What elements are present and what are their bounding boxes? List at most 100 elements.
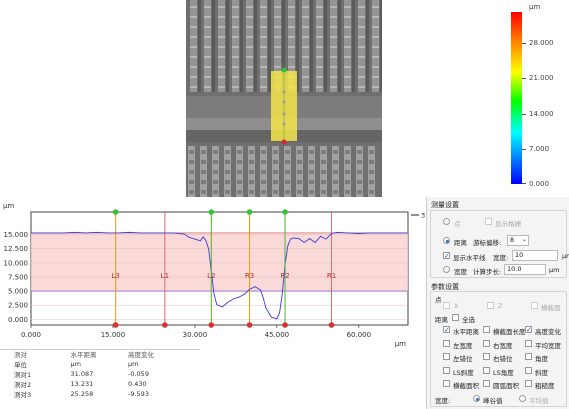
profile-point: [96, 231, 97, 233]
image-stripe: [213, 170, 218, 174]
param-checkbox[interactable]: [483, 353, 490, 360]
y-tick-label: 10.000: [4, 259, 29, 267]
red-marker-icon[interactable]: [208, 322, 215, 328]
profile-point: [309, 238, 311, 239]
table-cell: μm: [128, 360, 139, 368]
image-stripe: [316, 46, 323, 48]
image-stripe: [344, 66, 351, 68]
image-stripe: [261, 180, 266, 184]
param-checkbox[interactable]: [443, 366, 450, 374]
image-stripe: [344, 56, 351, 58]
param-checkbox[interactable]: [525, 353, 532, 360]
show-grid-checkbox[interactable]: [485, 218, 492, 225]
param-checkbox[interactable]: [483, 380, 490, 387]
green-marker-icon[interactable]: [208, 209, 215, 215]
image-stripe: [261, 190, 266, 194]
image-stripe: [302, 66, 309, 68]
select-all-checkbox[interactable]: [452, 314, 459, 321]
image-stripe: [232, 86, 239, 88]
image-stripe: [352, 0, 355, 92]
image-stripe: [357, 190, 362, 194]
profile-chart-canvas[interactable]: 0.000 2.500 5.000 7.500 10.000 12.500 15.000 0.…: [0, 197, 426, 349]
red-marker-icon[interactable]: [162, 322, 168, 328]
image-stripe: [358, 46, 365, 48]
green-marker-icon[interactable]: [282, 209, 288, 215]
width-input[interactable]: 10: [512, 250, 558, 261]
colorbar-label-21: 21.000: [529, 74, 554, 82]
table-cell: 0.430: [128, 380, 147, 388]
image-stripe: [310, 0, 313, 92]
image-stripe: [338, 0, 341, 92]
profile-point: [281, 292, 283, 294]
image-stripe: [246, 16, 253, 18]
red-marker-icon[interactable]: [246, 322, 253, 328]
red-marker-icon[interactable]: [112, 322, 119, 328]
green-marker-icon[interactable]: [112, 209, 119, 215]
param-checkbox[interactable]: [525, 380, 532, 387]
image-stripe: [201, 170, 206, 174]
search-step-label: 游标偏移:: [473, 239, 502, 247]
show-hline-checkbox[interactable]: ✓: [443, 252, 450, 260]
image-stripe: [190, 36, 197, 38]
param-checkbox[interactable]: [443, 353, 450, 360]
image-stripe: [268, 0, 271, 92]
x-checkbox[interactable]: [443, 302, 450, 309]
image-stripe: [288, 56, 295, 58]
image-stripe: [345, 150, 350, 154]
height-radio[interactable]: [443, 266, 450, 273]
table-row[interactable]: 单位 μm μm: [0, 359, 200, 369]
green-marker-icon[interactable]: [246, 209, 253, 215]
table-cell: -9.593: [128, 390, 149, 398]
mode-b-radio[interactable]: [519, 395, 526, 402]
param-checkbox[interactable]: ✓: [525, 326, 532, 334]
table-row[interactable]: 测对3 25.258 -9.593: [0, 389, 200, 399]
profile-point: [63, 232, 65, 234]
chevron-down-icon[interactable]: ⌄: [522, 236, 527, 243]
cross-section-checkbox[interactable]: [531, 302, 538, 309]
param-checkbox[interactable]: [483, 339, 490, 347]
param-checkbox[interactable]: [443, 380, 450, 387]
image-stripe: [249, 180, 254, 184]
point-radio[interactable]: [443, 218, 450, 225]
image-stripe: [232, 46, 239, 48]
x-tick-label: 45.000: [265, 331, 290, 339]
param-checkbox[interactable]: [483, 326, 490, 333]
param-label: LS斜度: [453, 368, 474, 377]
top-marker-icon[interactable]: [281, 67, 287, 73]
table-row[interactable]: 测对1 31.087 -0.059: [0, 369, 200, 379]
point-label: 点: [454, 220, 461, 228]
param-checkbox[interactable]: [483, 366, 490, 374]
mode-a-radio[interactable]: [473, 395, 480, 402]
param-checkbox[interactable]: [525, 366, 532, 374]
red-marker-icon[interactable]: [282, 322, 288, 328]
bottom-marker-icon[interactable]: [281, 139, 287, 145]
param-checkbox[interactable]: [443, 339, 450, 347]
table-row[interactable]: 测对2 13.231 0.430: [0, 379, 200, 389]
image-stripe: [369, 180, 374, 184]
param-label: 右宽度: [493, 341, 513, 350]
width-label: 宽度:: [493, 254, 509, 262]
image-stripe: [369, 150, 374, 154]
param-checkbox[interactable]: ✓: [443, 326, 450, 334]
image-stripe: [344, 26, 351, 28]
distance-radio[interactable]: [443, 237, 450, 244]
microscope-height-image[interactable]: [186, 0, 382, 197]
calc-step-input[interactable]: 10.0: [504, 264, 546, 275]
image-stripe: [345, 180, 350, 184]
image-stripe: [246, 6, 253, 8]
red-marker-icon[interactable]: [328, 322, 335, 328]
image-stripe: [330, 56, 337, 58]
profile-point: [183, 233, 185, 235]
image-stripe: [246, 36, 253, 38]
profile-chart[interactable]: 0.000 2.500 5.000 7.500 10.000 12.500 15.000 0.…: [0, 197, 426, 349]
table-cell: -0.059: [128, 370, 149, 378]
param-checkbox[interactable]: [525, 339, 532, 347]
image-stripe: [189, 160, 194, 164]
image-stripe: [333, 160, 338, 164]
image-stripe: [274, 36, 281, 38]
image-stripe: [345, 170, 350, 174]
height-label: 宽度: [454, 268, 467, 276]
image-stripe: [369, 190, 374, 194]
image-stripe: [330, 36, 337, 38]
z-checkbox[interactable]: [487, 302, 494, 309]
